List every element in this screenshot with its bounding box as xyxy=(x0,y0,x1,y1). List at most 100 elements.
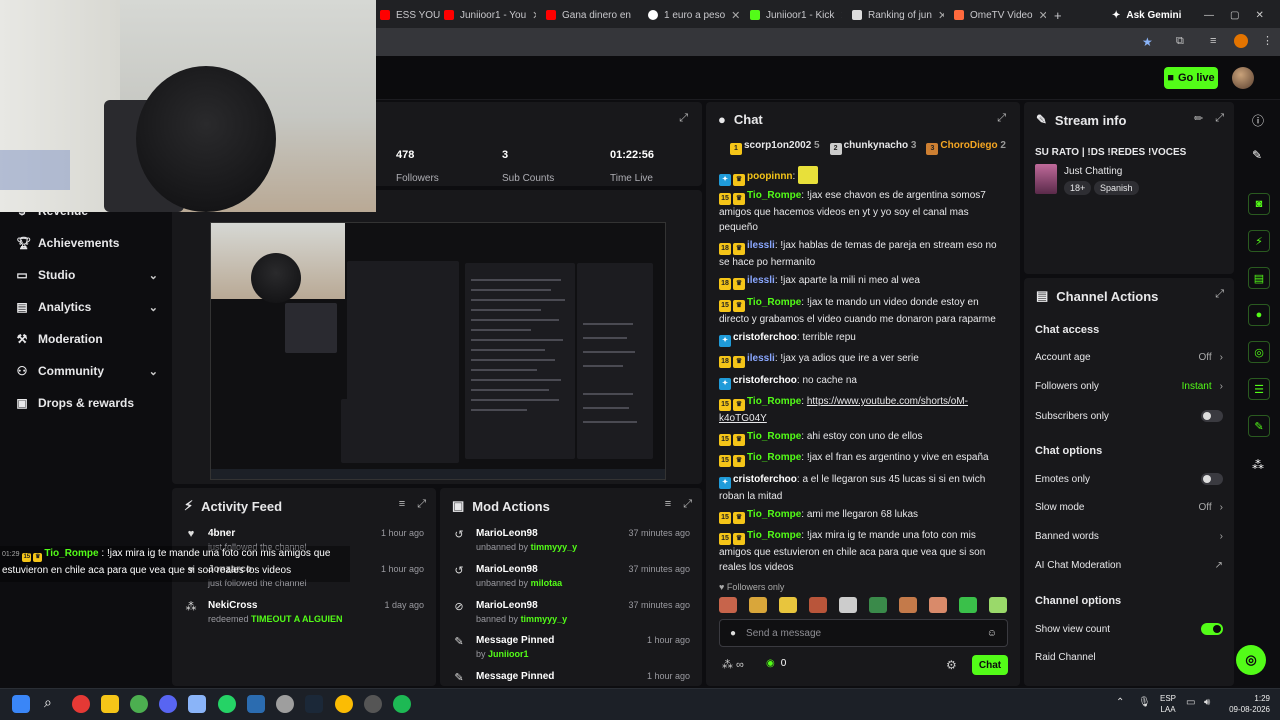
sidebar-item-moderation[interactable]: ⚒ Moderation xyxy=(16,332,158,346)
emote[interactable] xyxy=(779,597,797,613)
category-thumbnail[interactable] xyxy=(1035,164,1057,194)
extensions-icon[interactable]: ⧉ xyxy=(1176,35,1184,48)
chat-send-button[interactable]: Chat xyxy=(972,655,1008,675)
tag[interactable]: 18+ xyxy=(1064,181,1092,195)
close-icon[interactable]: ✕ xyxy=(637,9,638,22)
pencil-icon[interactable]: ✎ xyxy=(1252,148,1262,162)
settings-icon[interactable] xyxy=(276,695,294,713)
file-explorer-icon[interactable] xyxy=(101,695,119,713)
emoji-icon[interactable]: ☺ xyxy=(987,628,997,639)
close-icon[interactable]: ✕ xyxy=(1039,9,1046,22)
edit-icon[interactable]: ✏ xyxy=(1194,112,1203,125)
sidebar-item-community[interactable]: ⚇ Community ⌄ xyxy=(16,364,158,378)
discord-icon[interactable] xyxy=(159,695,177,713)
subscribers-only-toggle[interactable] xyxy=(1201,410,1223,422)
gifter[interactable]: 3 ChoroDiego 2 xyxy=(926,140,1006,155)
browser-tab[interactable]: ESS YOU✕ xyxy=(372,4,442,26)
windows-start-icon[interactable] xyxy=(12,695,30,713)
chrome-active-icon[interactable] xyxy=(335,695,353,713)
emote[interactable] xyxy=(899,597,917,613)
account-age-row[interactable]: Account age Off › xyxy=(1035,352,1223,363)
clock[interactable]: 1:29 09-08-2026 xyxy=(1218,693,1270,715)
go-live-button[interactable]: ■ Go live xyxy=(1164,67,1218,89)
popout-icon[interactable]: ⤢ xyxy=(683,498,692,511)
category-name[interactable]: Just Chatting xyxy=(1064,166,1122,177)
popout-icon[interactable]: ⤢ xyxy=(417,498,426,511)
rail-broadcast-icon[interactable]: ◎ xyxy=(1248,341,1270,363)
steam-icon[interactable] xyxy=(305,695,323,713)
emotes-only-toggle[interactable] xyxy=(1201,473,1223,485)
browser-tab[interactable]: 1 euro a peso ✕ xyxy=(640,4,740,26)
emote[interactable] xyxy=(719,597,737,613)
whatsapp-icon[interactable] xyxy=(218,695,236,713)
popout-icon[interactable]: ⤢ xyxy=(997,112,1006,125)
raid-channel-row[interactable]: Raid Channel xyxy=(1035,652,1223,663)
rail-lightning-icon[interactable]: ⚡︎ xyxy=(1248,230,1270,252)
network-icon[interactable]: ▭ xyxy=(1186,697,1195,708)
language-indicator[interactable]: ESP LAA xyxy=(1160,693,1176,715)
gifter[interactable]: 1 scorp1on2002 5 xyxy=(730,140,820,155)
browser-tab[interactable]: OmeTV Video ✕ xyxy=(946,4,1046,26)
sidebar-item-analytics[interactable]: ▤ Analytics ⌄ xyxy=(16,300,158,314)
media-icon[interactable]: ≡ xyxy=(1210,35,1216,47)
tray-chevron-icon[interactable]: ⌃ xyxy=(1116,697,1124,708)
emote[interactable] xyxy=(809,597,827,613)
new-tab-button[interactable]: + xyxy=(1046,4,1070,26)
close-window-icon[interactable]: ✕ xyxy=(1255,10,1263,21)
show-view-count-toggle[interactable] xyxy=(1201,623,1223,635)
store-icon[interactable] xyxy=(188,695,206,713)
menu-icon[interactable]: ⋮ xyxy=(1262,34,1273,47)
microphone-icon[interactable]: 🎙︎ xyxy=(1138,697,1151,708)
rail-document-icon[interactable]: ▤ xyxy=(1248,267,1270,289)
browser-tab[interactable]: Juniioor1 - Kick✕ xyxy=(742,4,842,26)
notes-icon[interactable] xyxy=(247,695,265,713)
popout-icon[interactable]: ⤢ xyxy=(1215,112,1224,125)
obs-icon[interactable] xyxy=(364,695,382,713)
emote[interactable] xyxy=(839,597,857,613)
close-icon[interactable]: ✕ xyxy=(731,9,740,22)
filter-icon[interactable]: ≡ xyxy=(399,498,405,511)
emote[interactable] xyxy=(929,597,947,613)
points-icon[interactable]: ⁂ xyxy=(1252,458,1264,472)
emote[interactable] xyxy=(989,597,1007,613)
rail-wrench-icon[interactable]: ✎ xyxy=(1248,415,1270,437)
chrome-icon[interactable] xyxy=(130,695,148,713)
app-icon[interactable] xyxy=(72,695,90,713)
gear-icon[interactable]: ⚙ xyxy=(946,658,957,672)
support-button[interactable]: ◎ xyxy=(1236,645,1266,675)
sidebar-item-studio[interactable]: ▭ Studio ⌄ xyxy=(16,268,158,282)
chat-input[interactable]: ● Send a message ☺ xyxy=(719,619,1008,647)
points-infinity-icon[interactable]: ⁂ ∞ xyxy=(722,658,744,671)
followers-only-row[interactable]: Followers only Instant › xyxy=(1035,381,1223,392)
emote[interactable] xyxy=(959,597,977,613)
rail-camera-icon[interactable]: ◙ xyxy=(1248,193,1270,215)
profile-avatar[interactable] xyxy=(1234,34,1248,48)
emote[interactable] xyxy=(749,597,767,613)
close-icon[interactable]: ✕ xyxy=(840,9,842,22)
popout-icon[interactable]: ⤢ xyxy=(1215,288,1224,301)
spotify-icon[interactable] xyxy=(393,695,411,713)
close-icon[interactable]: ✕ xyxy=(532,9,536,22)
rail-list-icon[interactable]: ☰ xyxy=(1248,378,1270,400)
maximize-icon[interactable]: ▢ xyxy=(1230,10,1239,21)
filter-icon[interactable]: ≡ xyxy=(665,498,671,511)
stream-preview[interactable] xyxy=(210,222,666,480)
browser-tab[interactable]: Juniioor1 - You✕ xyxy=(436,4,536,26)
rail-chat-icon[interactable]: ● xyxy=(1248,304,1270,326)
close-icon[interactable]: ✕ xyxy=(938,9,944,22)
browser-tab[interactable]: Ranking of jun ✕ xyxy=(844,4,944,26)
slow-mode-row[interactable]: Slow mode Off › xyxy=(1035,502,1223,513)
info-icon[interactable]: ⓘ xyxy=(1252,112,1264,129)
search-icon[interactable]: ⌕ xyxy=(44,694,52,711)
tag[interactable]: Spanish xyxy=(1094,181,1139,195)
banned-words-row[interactable]: Banned words › xyxy=(1035,531,1223,542)
minimize-icon[interactable]: — xyxy=(1204,10,1214,21)
popout-icon[interactable]: ⤢ xyxy=(679,112,688,125)
volume-icon[interactable]: 🔊︎ xyxy=(1204,697,1210,708)
sidebar-item-drops-rewards[interactable]: ▣ Drops & rewards xyxy=(16,396,158,410)
bookmark-star-icon[interactable]: ★ xyxy=(1142,35,1153,49)
emote[interactable] xyxy=(869,597,887,613)
channel-points[interactable]: ◉ 0 xyxy=(766,658,786,669)
gifter[interactable]: 2 chunkynacho 3 xyxy=(829,140,916,155)
avatar[interactable] xyxy=(1232,67,1254,89)
